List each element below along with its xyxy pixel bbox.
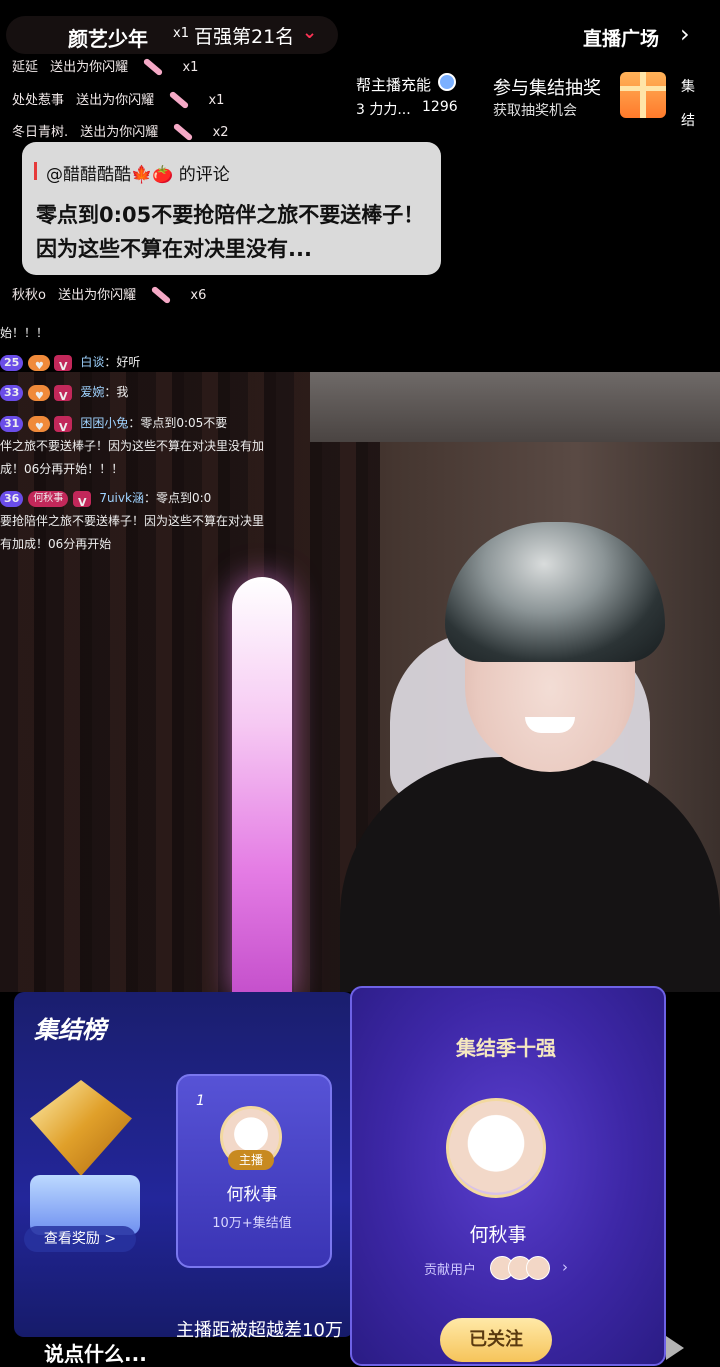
gift-count: x1: [173, 26, 189, 41]
lottery-sub: 获取抽奖机会: [493, 103, 577, 119]
gift-action: 送出为你闪耀: [58, 288, 137, 303]
wand-icon: [168, 90, 190, 109]
host-badge: 主播: [228, 1150, 274, 1170]
gift-row: 延延 送出为你闪耀 x1: [12, 56, 199, 76]
gift-count: x1: [208, 93, 225, 108]
gift-action: 送出为你闪耀: [80, 125, 159, 140]
top10-name: 何秋事: [469, 1224, 527, 1246]
gift-count: x2: [212, 125, 229, 140]
chat-user[interactable]: 困困小兔: [80, 416, 128, 430]
gift-count: x6: [190, 288, 207, 303]
wand-icon: [150, 285, 172, 304]
v-badge: V: [73, 490, 92, 509]
fan-club-badge: 何秋事: [28, 490, 69, 507]
level-badge: 31: [0, 415, 24, 432]
wand-icon: [142, 57, 164, 76]
level-badge: 25: [0, 354, 24, 371]
comment-text: 零点到0:05不要抢陪伴之旅不要送棒子！因为这些不算在对决里没有...: [36, 203, 425, 261]
gather-char: 集: [681, 79, 695, 95]
popup-accent-bar: [34, 162, 37, 180]
gather-board-title: 集结榜: [34, 1016, 106, 1044]
card-name: 何秋事: [226, 1185, 278, 1205]
comment-input[interactable]: 说点什么...: [44, 1338, 147, 1367]
play-icon[interactable]: [666, 1336, 684, 1360]
gather-char: 结: [681, 113, 695, 129]
gift-box-icon[interactable]: [620, 72, 666, 118]
chat-user[interactable]: 白谈: [80, 355, 104, 369]
gift-row: 处处惹事 送出为你闪耀 x1: [12, 89, 225, 109]
gift-user: 处处惹事: [12, 93, 65, 108]
chat-user[interactable]: 7uivk涵: [99, 491, 144, 505]
card-value: 10万+集结值: [212, 1216, 292, 1231]
globe-icon: [438, 73, 456, 91]
chevron-right-icon[interactable]: ›: [562, 1258, 568, 1276]
wand-icon: [173, 122, 194, 141]
gift-row: 秋秋o 送出为你闪耀 x6: [12, 284, 207, 304]
chat-message[interactable]: 33 ♥ V 爱婉：我: [0, 381, 304, 404]
contributor-avatar: [526, 1256, 550, 1280]
ceiling: [310, 372, 720, 442]
chat-text: ：我: [104, 385, 129, 399]
v-badge: V: [54, 384, 73, 403]
avatar[interactable]: [446, 1098, 546, 1198]
heart-icon: ♥: [28, 354, 51, 372]
chat-text: ：零点到0:0: [143, 491, 212, 505]
gift-action: 送出为你闪耀: [50, 60, 129, 75]
gift-user: 延延: [12, 60, 39, 75]
chevron-down-icon[interactable]: ⌄: [302, 22, 317, 43]
gift-user: 冬日青树.: [12, 125, 69, 140]
chat-fragment: 始！！！: [0, 326, 49, 340]
chat-message[interactable]: 25 ♥ V 白谈：好听: [0, 351, 304, 374]
streamer-hair: [445, 522, 665, 662]
chat-message[interactable]: 36 何秋事 V 7uivk涵：零点到0:0 要抢陪伴之旅不要送棒子！因为这些不算在对…: [0, 487, 304, 556]
gift-count: x1: [182, 60, 199, 75]
chat-message[interactable]: 31 ♥ V 困困小兔：零点到0:05不要 伴之旅不要送棒子！因为这些不算在对决里没有…: [0, 412, 304, 481]
pinned-comment-popup[interactable]: @醋醋酷酷🍁🍅 的评论 零点到0:05不要抢陪伴之旅不要送棒子！因为这些不算在对…: [22, 142, 441, 275]
level-badge: 36: [0, 490, 24, 507]
anchor-name[interactable]: 颜艺少年: [68, 23, 148, 52]
level-badge: 33: [0, 384, 24, 401]
lottery-title[interactable]: 参与集结抽奖: [493, 74, 601, 100]
heart-icon: ♥: [28, 384, 51, 402]
charge-anchor-sub: 3 力力...: [356, 102, 411, 118]
heart-icon: ♥: [28, 415, 51, 433]
charge-anchor-title[interactable]: 帮主播充能: [356, 74, 431, 95]
followed-button[interactable]: 已关注: [440, 1318, 552, 1362]
gift-action: 送出为你闪耀: [76, 93, 155, 108]
chat-text-cont: 要抢陪伴之旅不要送棒子！因为这些不算在对决里: [0, 514, 265, 528]
chat-user[interactable]: 爱婉: [80, 385, 104, 399]
live-plaza-link[interactable]: 直播广场: [583, 24, 659, 51]
contributors-label[interactable]: 贡献用户: [424, 1259, 476, 1278]
v-badge: V: [54, 415, 73, 434]
light-tube: [232, 577, 292, 992]
chat-text: ：零点到0:05不要: [128, 416, 228, 430]
chat-text-cont: 成！06分再开始！！！: [0, 462, 124, 476]
rank-number: 1: [196, 1093, 205, 1109]
v-badge: V: [54, 354, 73, 373]
gift-row: 冬日青树. 送出为你闪耀 x2: [12, 121, 229, 141]
chat-text: ：好听: [104, 355, 141, 369]
rank-label[interactable]: 百强第21名: [194, 22, 294, 49]
gift-user: 秋秋o: [12, 288, 46, 303]
gather-label[interactable]: 集 结: [681, 70, 697, 138]
view-reward-button[interactable]: 查看奖励 >: [24, 1226, 136, 1252]
chat-text-cont: 伴之旅不要送棒子！因为这些不算在对决里没有加: [0, 439, 265, 453]
comment-author: @醋醋酷酷🍁🍅 的评论: [46, 165, 230, 185]
chevron-right-icon[interactable]: ›: [680, 20, 690, 48]
gap-text: 主播距被超越差10万: [176, 1320, 343, 1341]
top10-title: 集结季十强: [456, 1036, 556, 1060]
chat-text-cont: 有加成！06分再开始: [0, 537, 112, 551]
charge-anchor-count: 1296: [422, 99, 458, 115]
